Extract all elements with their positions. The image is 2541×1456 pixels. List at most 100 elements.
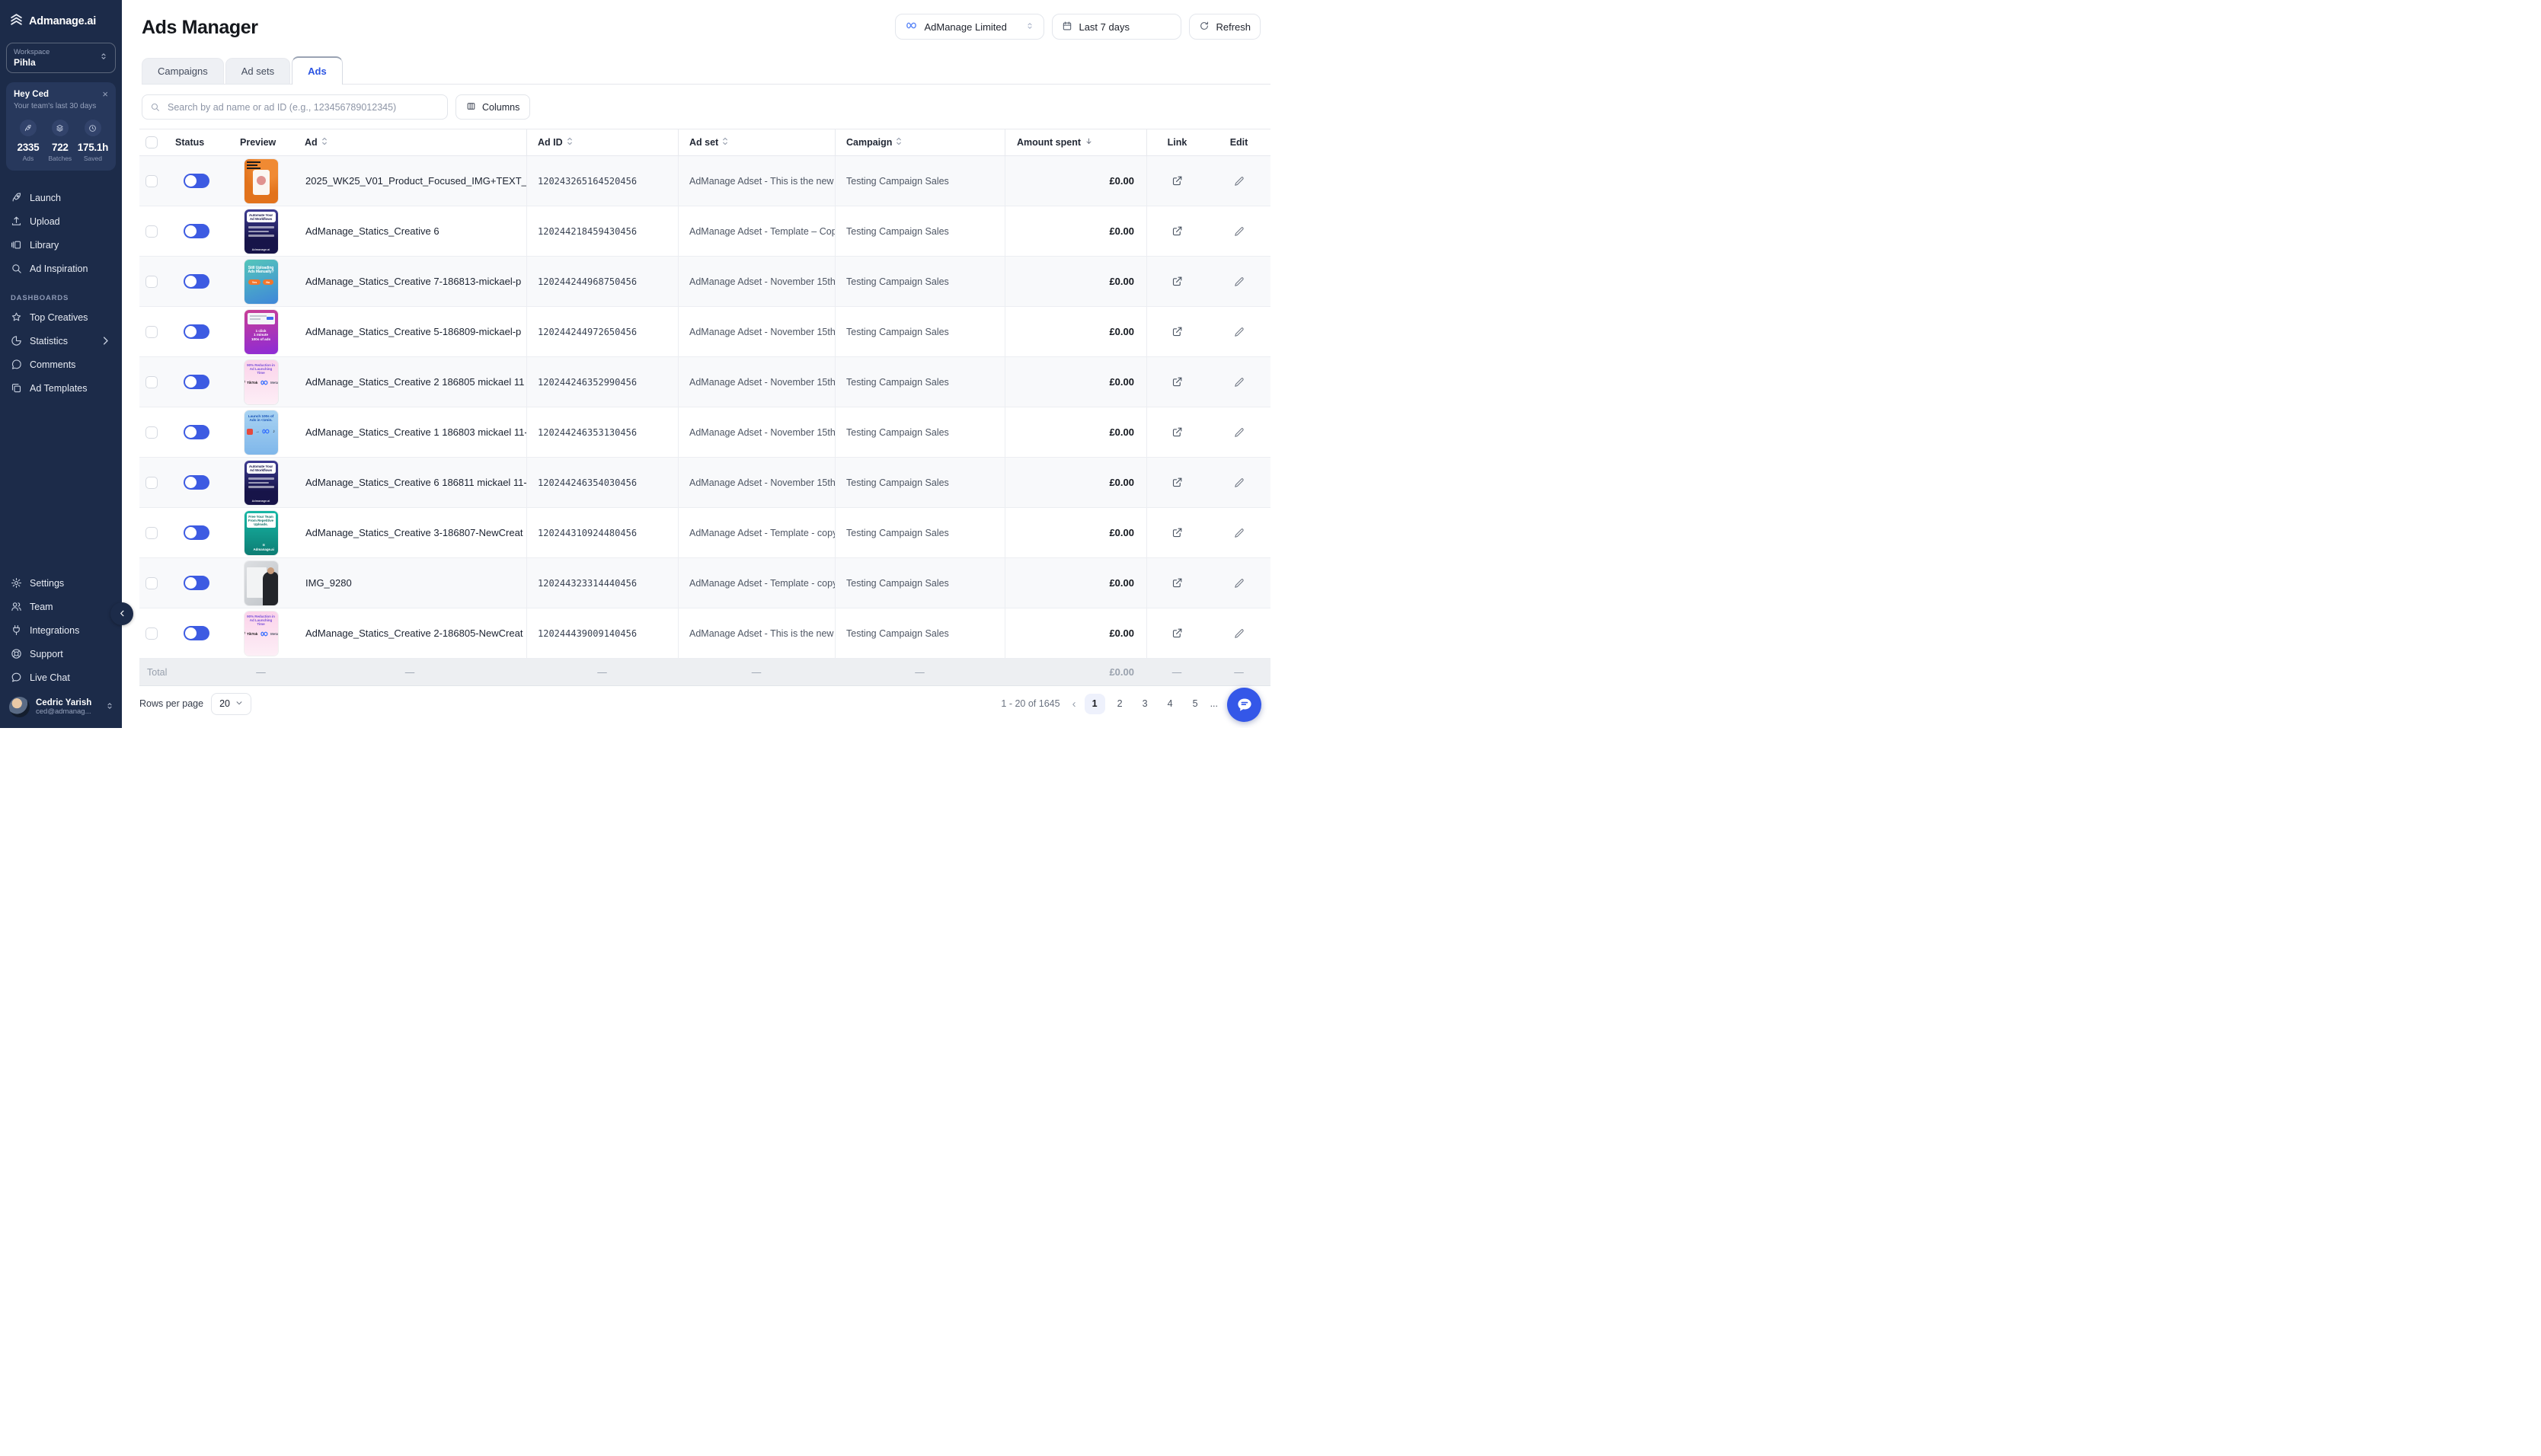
amount-spent: £0.00 bbox=[1005, 407, 1146, 457]
open-link-button[interactable] bbox=[1146, 608, 1207, 658]
campaign: Testing Campaign Sales bbox=[835, 407, 1005, 457]
close-icon[interactable]: × bbox=[102, 89, 108, 99]
status-toggle[interactable] bbox=[184, 375, 209, 389]
open-link-button[interactable] bbox=[1146, 206, 1207, 256]
row-checkbox[interactable] bbox=[145, 527, 158, 539]
page-button-3[interactable]: 3 bbox=[1135, 694, 1155, 714]
status-toggle[interactable] bbox=[184, 576, 209, 590]
edit-button[interactable] bbox=[1207, 357, 1270, 407]
ad-preview-thumb[interactable]: Still Uploading Ads Manually?YesNo bbox=[245, 260, 278, 304]
open-link-button[interactable] bbox=[1146, 257, 1207, 306]
ad-preview-thumb[interactable] bbox=[245, 159, 278, 203]
status-toggle[interactable] bbox=[184, 525, 209, 540]
open-link-button[interactable] bbox=[1146, 458, 1207, 507]
header-ad-set[interactable]: Ad set bbox=[678, 129, 835, 155]
edit-button[interactable] bbox=[1207, 206, 1270, 256]
sidebar-item-integrations[interactable]: Integrations bbox=[0, 618, 122, 642]
ad-preview-thumb[interactable]: Automate Your Ad WorkflowsAdmanage.ai bbox=[245, 461, 278, 505]
row-checkbox[interactable] bbox=[145, 376, 158, 388]
row-checkbox[interactable] bbox=[145, 326, 158, 338]
row-checkbox[interactable] bbox=[145, 225, 158, 238]
sidebar-item-top-creatives[interactable]: Top Creatives bbox=[0, 305, 122, 329]
sidebar-item-support[interactable]: Support bbox=[0, 642, 122, 666]
open-link-button[interactable] bbox=[1146, 407, 1207, 457]
columns-button[interactable]: Columns bbox=[455, 94, 530, 120]
workspace-selector[interactable]: Workspace Pihla bbox=[6, 43, 116, 73]
ad-preview-thumb[interactable]: Launch 100s of Ads in <1min.→♪ bbox=[245, 410, 278, 455]
sidebar-item-ad-templates[interactable]: Ad Templates bbox=[0, 376, 122, 400]
open-link-button[interactable] bbox=[1146, 156, 1207, 206]
open-link-button[interactable] bbox=[1146, 508, 1207, 557]
status-cell bbox=[164, 206, 229, 256]
edit-button[interactable] bbox=[1207, 608, 1270, 658]
pencil-icon bbox=[1234, 528, 1245, 538]
search-input[interactable] bbox=[166, 101, 439, 113]
edit-button[interactable] bbox=[1207, 307, 1270, 356]
pagination-prev-button[interactable]: ‹ bbox=[1072, 698, 1076, 710]
live-chat-fab[interactable] bbox=[1227, 688, 1261, 722]
header-ad[interactable]: Ad bbox=[293, 129, 526, 155]
open-link-button[interactable] bbox=[1146, 307, 1207, 356]
tab-ad-sets[interactable]: Ad sets bbox=[225, 58, 290, 84]
refresh-button[interactable]: Refresh bbox=[1189, 14, 1261, 40]
sidebar-item-library[interactable]: Library bbox=[0, 233, 122, 257]
sidebar-item-comments[interactable]: Comments bbox=[0, 353, 122, 376]
rows-per-page-select[interactable]: 20 bbox=[211, 693, 251, 715]
thumb-title: Launch 100s of Ads in <1min. bbox=[245, 415, 278, 423]
header-campaign[interactable]: Campaign bbox=[835, 129, 1005, 155]
ad-account-selector[interactable]: AdManage Limited bbox=[895, 14, 1044, 40]
status-toggle[interactable] bbox=[184, 274, 209, 289]
ad-preview-thumb[interactable]: 90% Reduction in Ad Launching Time♪TikTo… bbox=[245, 360, 278, 404]
open-link-button[interactable] bbox=[1146, 357, 1207, 407]
yes-pill: Yes bbox=[248, 279, 260, 285]
tab-ads[interactable]: Ads bbox=[292, 56, 343, 85]
open-link-button[interactable] bbox=[1146, 558, 1207, 608]
user-profile[interactable]: Cedric Yarish ced@admanag... bbox=[0, 689, 122, 728]
select-all-checkbox[interactable] bbox=[145, 136, 158, 148]
sidebar-collapse-button[interactable] bbox=[110, 602, 133, 625]
edit-button[interactable] bbox=[1207, 558, 1270, 608]
row-select-cell bbox=[139, 156, 164, 206]
ad-id: 120244246353130456 bbox=[526, 407, 678, 457]
row-checkbox[interactable] bbox=[145, 577, 158, 589]
edit-button[interactable] bbox=[1207, 508, 1270, 557]
row-checkbox[interactable] bbox=[145, 426, 158, 439]
status-toggle[interactable] bbox=[184, 324, 209, 339]
ad-preview-thumb[interactable]: Free Your Team From Repetitive Uploads.≋… bbox=[245, 511, 278, 555]
ad-preview-thumb[interactable] bbox=[245, 561, 278, 605]
ad-preview-thumb[interactable]: 1 click1 minute100s of ads bbox=[245, 310, 278, 354]
ad-preview-thumb[interactable]: Automate Your Ad WorkflowsAdmanage.ai bbox=[245, 209, 278, 254]
status-toggle[interactable] bbox=[184, 224, 209, 238]
ad-preview-thumb[interactable]: 90% Reduction in Ad Launching Time♪TikTo… bbox=[245, 611, 278, 656]
header-amount-spent[interactable]: Amount spent bbox=[1005, 129, 1146, 155]
page-button-5[interactable]: 5 bbox=[1185, 694, 1206, 714]
edit-button[interactable] bbox=[1207, 407, 1270, 457]
edit-button[interactable] bbox=[1207, 458, 1270, 507]
status-toggle[interactable] bbox=[184, 626, 209, 640]
date-range-selector[interactable]: Last 7 days bbox=[1052, 14, 1181, 40]
edit-button[interactable] bbox=[1207, 257, 1270, 306]
status-toggle[interactable] bbox=[184, 475, 209, 490]
status-toggle[interactable] bbox=[184, 425, 209, 439]
sidebar-item-launch[interactable]: Launch bbox=[0, 186, 122, 209]
row-checkbox[interactable] bbox=[145, 175, 158, 187]
page-button-4[interactable]: 4 bbox=[1160, 694, 1181, 714]
row-checkbox[interactable] bbox=[145, 477, 158, 489]
tab-campaigns[interactable]: Campaigns bbox=[142, 58, 224, 84]
app-root: Admanage.ai Workspace Pihla Hey Ced × Yo… bbox=[0, 0, 1270, 728]
sidebar-item-live-chat[interactable]: Live Chat bbox=[0, 666, 122, 689]
sidebar-item-ad-inspiration[interactable]: Ad Inspiration bbox=[0, 257, 122, 280]
sidebar-item-settings[interactable]: Settings bbox=[0, 571, 122, 595]
sidebar-item-statistics[interactable]: Statistics bbox=[0, 329, 122, 353]
status-cell bbox=[164, 458, 229, 507]
edit-button[interactable] bbox=[1207, 156, 1270, 206]
header-ad-id[interactable]: Ad ID bbox=[526, 129, 678, 155]
status-toggle[interactable] bbox=[184, 174, 209, 188]
preview-cell: 90% Reduction in Ad Launching Time♪TikTo… bbox=[229, 357, 293, 407]
row-checkbox[interactable] bbox=[145, 627, 158, 640]
sidebar-item-team[interactable]: Team bbox=[0, 595, 122, 618]
sidebar-item-upload[interactable]: Upload bbox=[0, 209, 122, 233]
page-button-2[interactable]: 2 bbox=[1110, 694, 1130, 714]
page-button-1[interactable]: 1 bbox=[1085, 694, 1105, 714]
row-checkbox[interactable] bbox=[145, 276, 158, 288]
